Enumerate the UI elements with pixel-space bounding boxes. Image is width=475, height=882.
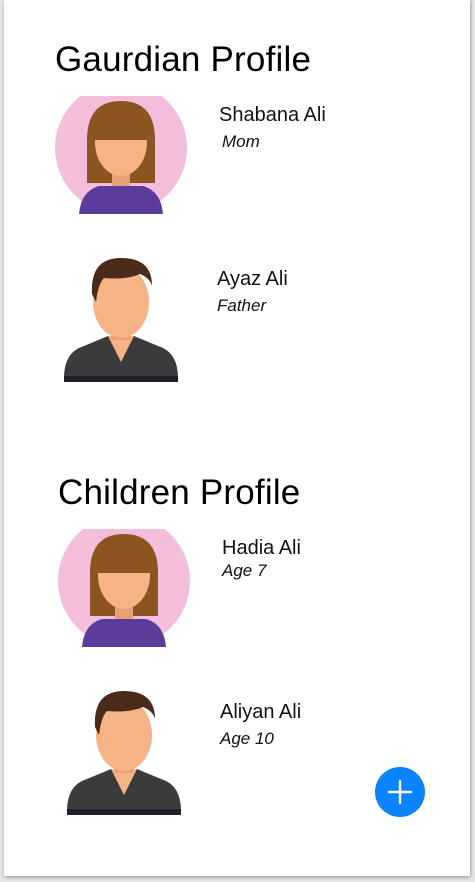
guardian-name: Shabana Ali [219, 104, 326, 126]
child-age: Age 7 [222, 561, 267, 580]
male-avatar-icon [57, 689, 197, 817]
guardian-name: Ayaz Ali [217, 268, 288, 290]
female-avatar-icon [55, 96, 187, 214]
children-section-title: Children Profile [58, 473, 301, 512]
child-name: Hadia Ali [222, 537, 301, 559]
child-avatar-hadia[interactable] [57, 529, 197, 657]
guardian-avatar-father[interactable] [54, 256, 194, 384]
guardian-role: Father [217, 296, 267, 315]
male-avatar-icon [54, 256, 194, 384]
guardian-avatar-mom[interactable] [54, 96, 194, 224]
female-avatar-icon [58, 529, 190, 647]
child-name: Aliyan Ali [220, 701, 302, 723]
child-avatar-aliyan[interactable] [57, 689, 197, 817]
app-screen: Gaurdian Profile Shabana Ali Mom Ayaz Al… [4, 0, 470, 876]
guardian-role: Mom [222, 132, 260, 151]
add-profile-button[interactable] [375, 767, 425, 817]
guardian-section-title: Gaurdian Profile [55, 40, 312, 79]
child-age: Age 10 [220, 729, 274, 748]
plus-icon [387, 779, 413, 805]
